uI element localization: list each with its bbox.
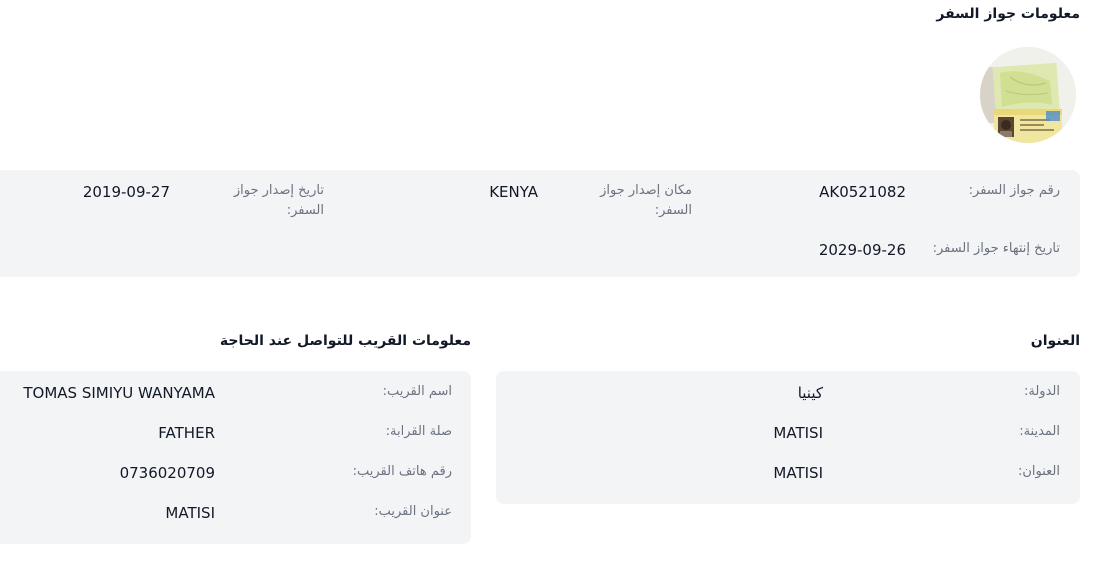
passport-photo-image bbox=[980, 47, 1076, 143]
address-country-label: الدولة: bbox=[1024, 384, 1060, 399]
address-country-value: كينيا bbox=[797, 384, 823, 402]
passport-number-label: رقم جواز السفر: bbox=[968, 183, 1060, 198]
relative-address-value: MATISI bbox=[165, 504, 215, 522]
passport-photo[interactable] bbox=[980, 47, 1076, 143]
passport-expiry-label: تاريخ إنتهاء جواز السفر: bbox=[932, 241, 1060, 256]
relative-section-title: معلومات القريب للتواصل عند الحاجة bbox=[219, 333, 471, 349]
passport-place-label: مكان إصدار جواز السفر: bbox=[600, 183, 692, 218]
relative-name-label: اسم القريب: bbox=[382, 384, 452, 399]
passport-section-title: معلومات جواز السفر bbox=[936, 6, 1080, 22]
relative-name-value: TOMAS SIMIYU WANYAMA bbox=[23, 384, 215, 402]
passport-issue-date-value: 2019-09-27 bbox=[82, 183, 170, 201]
passport-issue-date-label: تاريخ إصدار جواز السفر: bbox=[233, 183, 324, 218]
relative-phone-value: 0736020709 bbox=[119, 464, 215, 482]
address-street-value: MATISI bbox=[773, 464, 823, 482]
address-street-label: العنوان: bbox=[1017, 464, 1060, 479]
address-city-label: المدينة: bbox=[1019, 424, 1060, 439]
address-city-value: MATISI bbox=[773, 424, 823, 442]
relative-phone-label: رقم هاتف القريب: bbox=[352, 464, 452, 479]
passport-number-value: AK0521082 bbox=[819, 183, 906, 201]
relative-address-label: عنوان القريب: bbox=[374, 504, 452, 519]
passport-place-value: KENYA bbox=[489, 183, 538, 201]
passport-expiry-value: 2029-09-26 bbox=[818, 241, 906, 259]
address-section-title: العنوان bbox=[1030, 333, 1080, 349]
relative-relation-value: FATHER bbox=[158, 424, 215, 442]
relative-relation-label: صلة القرابة: bbox=[385, 424, 452, 439]
